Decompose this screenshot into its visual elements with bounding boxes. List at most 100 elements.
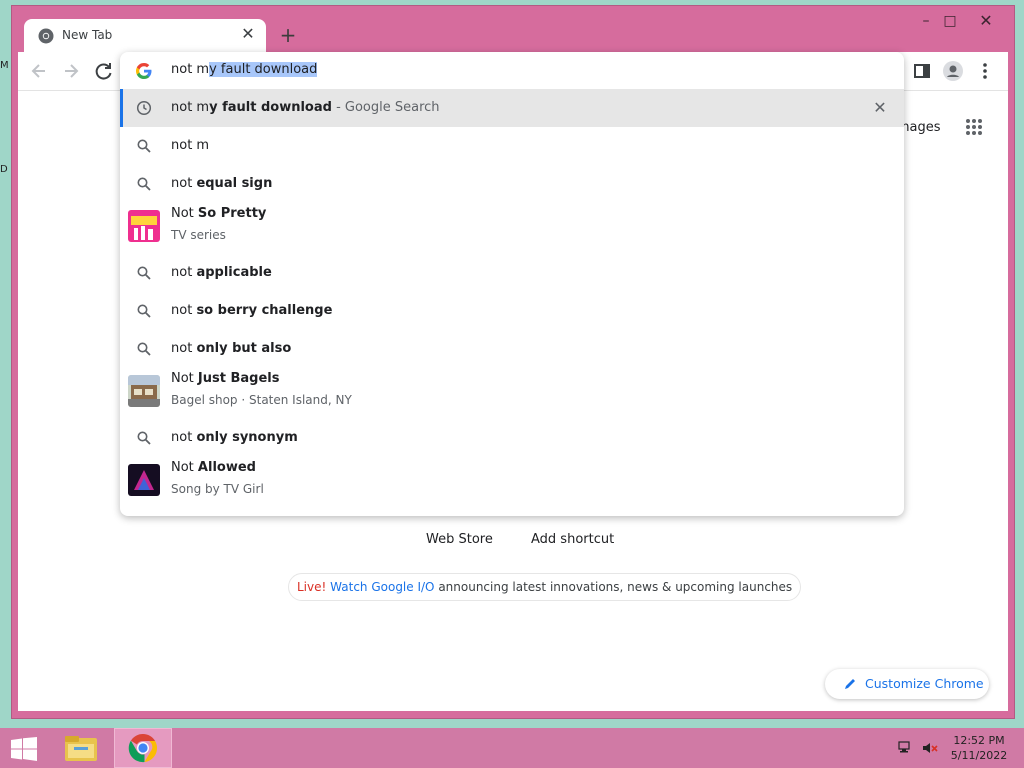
suggestion-suffix: - Google Search bbox=[331, 100, 440, 115]
promo-banner[interactable]: Live! Watch Google I/O announcing latest… bbox=[288, 573, 802, 601]
suggestion-item[interactable]: not only but also bbox=[120, 330, 904, 368]
windows-start-icon[interactable] bbox=[10, 737, 38, 761]
suggestion-prefix: not bbox=[171, 176, 197, 191]
customize-chrome-button[interactable]: Customize Chrome bbox=[825, 669, 989, 699]
suggestion-match: Allowed bbox=[197, 460, 256, 475]
suggestion-subtitle: Bagel shop · Staten Island, NY bbox=[171, 393, 352, 407]
arrow-right-icon bbox=[65, 64, 79, 78]
tab-close-icon[interactable]: ✕ bbox=[238, 24, 258, 44]
suggestion-match: equal sign bbox=[196, 176, 273, 191]
suggestion-subtitle: Song by TV Girl bbox=[171, 482, 264, 496]
chrome-favicon-icon bbox=[38, 28, 54, 44]
suggestion-text: not only synonym bbox=[171, 430, 298, 445]
new-tab-button[interactable]: + bbox=[276, 24, 300, 48]
search-icon bbox=[137, 177, 151, 191]
suggestion-match: only but also bbox=[196, 341, 292, 356]
suggestion-prefix: Not bbox=[171, 206, 198, 221]
search-icon bbox=[137, 342, 151, 356]
maximize-button[interactable]: □ bbox=[934, 10, 966, 32]
omnibox-input[interactable]: not my fault download bbox=[120, 52, 904, 88]
suggestion-match: so berry challenge bbox=[196, 303, 333, 318]
volume-muted-icon[interactable] bbox=[922, 740, 938, 756]
suggestion-prefix: not bbox=[171, 303, 197, 318]
suggestion-text: not so berry challenge bbox=[171, 303, 332, 318]
profile-button[interactable] bbox=[942, 60, 964, 82]
apps-grid-icon[interactable] bbox=[965, 118, 983, 136]
suggestion-prefix: not bbox=[171, 265, 197, 280]
suggestion-item[interactable]: Not So Pretty TV series bbox=[120, 203, 904, 249]
suggestion-match: Just Bagels bbox=[197, 371, 280, 386]
clock-time: 12:52 PM bbox=[953, 734, 1005, 747]
suggestion-item[interactable]: not my fault download - Google Search ✕ bbox=[120, 89, 904, 127]
suggestion-prefix: not bbox=[171, 430, 197, 445]
suggestion-item[interactable]: not equal sign bbox=[120, 165, 904, 203]
chrome-icon bbox=[128, 733, 158, 763]
avatar-icon bbox=[943, 61, 963, 81]
suggestion-text: Not So Pretty bbox=[171, 206, 266, 221]
suggestion-item[interactable]: Not Allowed Song by TV Girl bbox=[120, 457, 904, 503]
shortcut-add[interactable]: Add shortcut bbox=[531, 532, 614, 547]
suggestion-subtitle: TV series bbox=[171, 228, 226, 242]
back-button[interactable] bbox=[28, 60, 50, 82]
suggestion-match: y fault download bbox=[209, 100, 332, 115]
tab-strip: New Tab ✕ + – □ ✕ bbox=[12, 6, 1014, 52]
shortcut-web-store[interactable]: Web Store bbox=[426, 532, 493, 547]
suggestion-prefix: Not bbox=[171, 371, 198, 386]
chrome-taskbar-button[interactable] bbox=[114, 728, 172, 768]
suggestion-text: not equal sign bbox=[171, 176, 272, 191]
file-explorer-icon[interactable] bbox=[62, 732, 100, 764]
search-icon bbox=[137, 266, 151, 280]
network-icon[interactable] bbox=[898, 740, 914, 756]
suggestion-item[interactable]: Not Just Bagels Bagel shop · Staten Islan… bbox=[120, 368, 904, 414]
suggestion-text: not m bbox=[171, 138, 209, 153]
forward-button[interactable] bbox=[60, 60, 82, 82]
search-icon bbox=[137, 139, 151, 153]
reload-button[interactable] bbox=[92, 60, 114, 82]
arrow-left-icon bbox=[31, 64, 45, 78]
suggestion-text: Not Just Bagels bbox=[171, 371, 280, 386]
menu-button[interactable] bbox=[974, 60, 996, 82]
search-icon bbox=[137, 431, 151, 445]
desktop-icon-fragment: M bbox=[0, 60, 9, 71]
omnibox-typed-text: not m bbox=[171, 62, 210, 77]
system-clock[interactable]: 12:52 PM 5/11/2022 bbox=[948, 733, 1010, 763]
suggestion-prefix: not bbox=[171, 341, 197, 356]
suggestion-item[interactable]: not m bbox=[120, 127, 904, 165]
customize-label: Customize Chrome bbox=[865, 676, 984, 691]
promo-live-label: Live! bbox=[297, 580, 327, 594]
desktop-icon-fragment: D bbox=[0, 164, 8, 175]
search-icon bbox=[137, 304, 151, 318]
promo-text: announcing latest innovations, news & up… bbox=[434, 580, 793, 594]
side-panel-button[interactable] bbox=[911, 60, 933, 82]
suggestion-prefix: Not bbox=[171, 460, 198, 475]
google-g-icon bbox=[136, 63, 152, 79]
close-window-button[interactable]: ✕ bbox=[970, 10, 1002, 32]
suggestion-prefix: not m bbox=[171, 138, 210, 153]
suggestion-text: not my fault download - Google Search bbox=[171, 100, 440, 115]
suggestion-thumbnail bbox=[128, 210, 160, 242]
suggestion-text: Not Allowed bbox=[171, 460, 256, 475]
suggestion-match: applicable bbox=[196, 265, 272, 280]
omnibox-dropdown: not my fault download not my fault downl… bbox=[120, 52, 904, 516]
suggestion-text: not applicable bbox=[171, 265, 272, 280]
clock-date: 5/11/2022 bbox=[950, 749, 1008, 762]
selection-indicator bbox=[120, 89, 123, 127]
suggestion-item[interactable]: not applicable bbox=[120, 254, 904, 292]
suggestion-match: So Pretty bbox=[197, 206, 267, 221]
suggestion-text: not only but also bbox=[171, 341, 291, 356]
omnibox-text: not my fault download bbox=[171, 62, 318, 77]
promo-link[interactable]: Watch Google I/O bbox=[330, 580, 434, 594]
tab-new-tab[interactable]: New Tab ✕ bbox=[24, 19, 266, 52]
pencil-icon bbox=[845, 679, 855, 689]
clock-icon bbox=[136, 100, 152, 116]
tab-title: New Tab bbox=[62, 28, 113, 42]
suggestion-item[interactable]: not so berry challenge bbox=[120, 292, 904, 330]
suggestion-item[interactable]: not only synonym bbox=[120, 419, 904, 457]
suggestion-thumbnail bbox=[128, 375, 160, 407]
suggestion-prefix: not m bbox=[171, 100, 210, 115]
remove-suggestion-icon[interactable]: ✕ bbox=[870, 98, 890, 118]
side-panel-icon bbox=[914, 64, 930, 78]
taskbar: 12:52 PM 5/11/2022 bbox=[0, 728, 1024, 768]
kebab-menu-icon bbox=[983, 63, 987, 79]
suggestion-thumbnail bbox=[128, 464, 160, 496]
